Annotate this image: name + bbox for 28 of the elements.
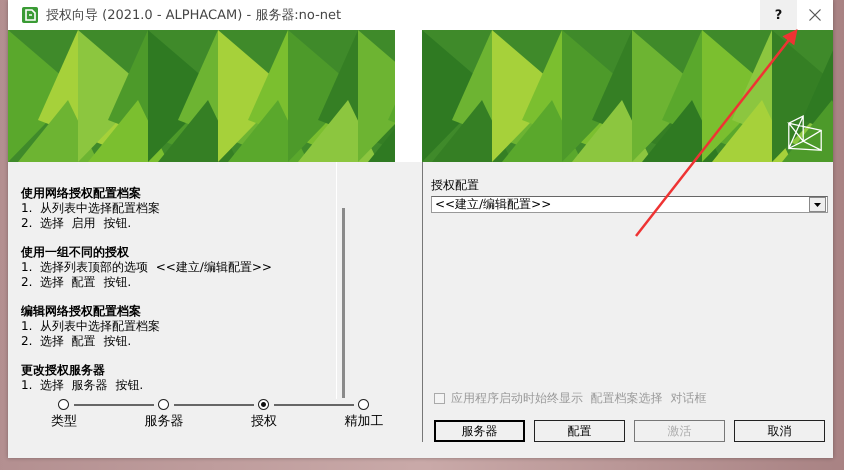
instruction-step: 1. 选择列表顶部的选项 <<建立/编辑配置>> bbox=[21, 260, 336, 275]
instruction-step: 1. 从列表中选择配置档案 bbox=[21, 201, 336, 216]
instruction-step: 2. 选择 配置 按钮. bbox=[21, 334, 336, 349]
section-heading: 编辑网络授权配置档案 bbox=[21, 304, 142, 319]
instruction-step: 1. 选择 服务器 按钮. bbox=[21, 378, 336, 393]
checkbox-label: 应用程序启动时始终显示 配置档案选择 对话框 bbox=[451, 390, 706, 407]
dialog-button[interactable]: 取消 bbox=[734, 420, 825, 442]
section-heading: 更改授权服务器 bbox=[21, 363, 106, 378]
step-label: 类型 bbox=[51, 413, 77, 430]
wireframe-logo-icon bbox=[787, 114, 823, 154]
instruction-step: 2. 选择 配置 按钮. bbox=[21, 275, 336, 290]
field-label: 授权配置 bbox=[431, 178, 480, 193]
section-heading: 使用网络授权配置档案 bbox=[21, 186, 142, 201]
dialog-button[interactable]: 服务器 bbox=[434, 420, 525, 442]
help-button[interactable]: ? bbox=[760, 0, 797, 30]
scrollbar[interactable] bbox=[342, 208, 345, 398]
dialog-button[interactable]: 配置 bbox=[534, 420, 625, 442]
window-title: 授权向导 (2021.0 - ALPHACAM) - 服务器:no-net bbox=[46, 7, 342, 24]
step-label: 服务器 bbox=[144, 413, 184, 430]
instruction-step: 2. 选择 启用 按钮. bbox=[21, 216, 336, 231]
profile-dropdown[interactable]: <<建立/编辑配置>> bbox=[431, 196, 828, 213]
step-label: 精加工 bbox=[344, 413, 384, 430]
instruction-step: 1. 从列表中选择配置档案 bbox=[21, 319, 336, 334]
app-icon bbox=[22, 7, 38, 23]
step-label: 授权 bbox=[251, 413, 277, 430]
section-heading: 使用一组不同的授权 bbox=[21, 245, 130, 260]
caret-icon bbox=[814, 202, 821, 206]
close-icon[interactable] bbox=[809, 9, 821, 21]
